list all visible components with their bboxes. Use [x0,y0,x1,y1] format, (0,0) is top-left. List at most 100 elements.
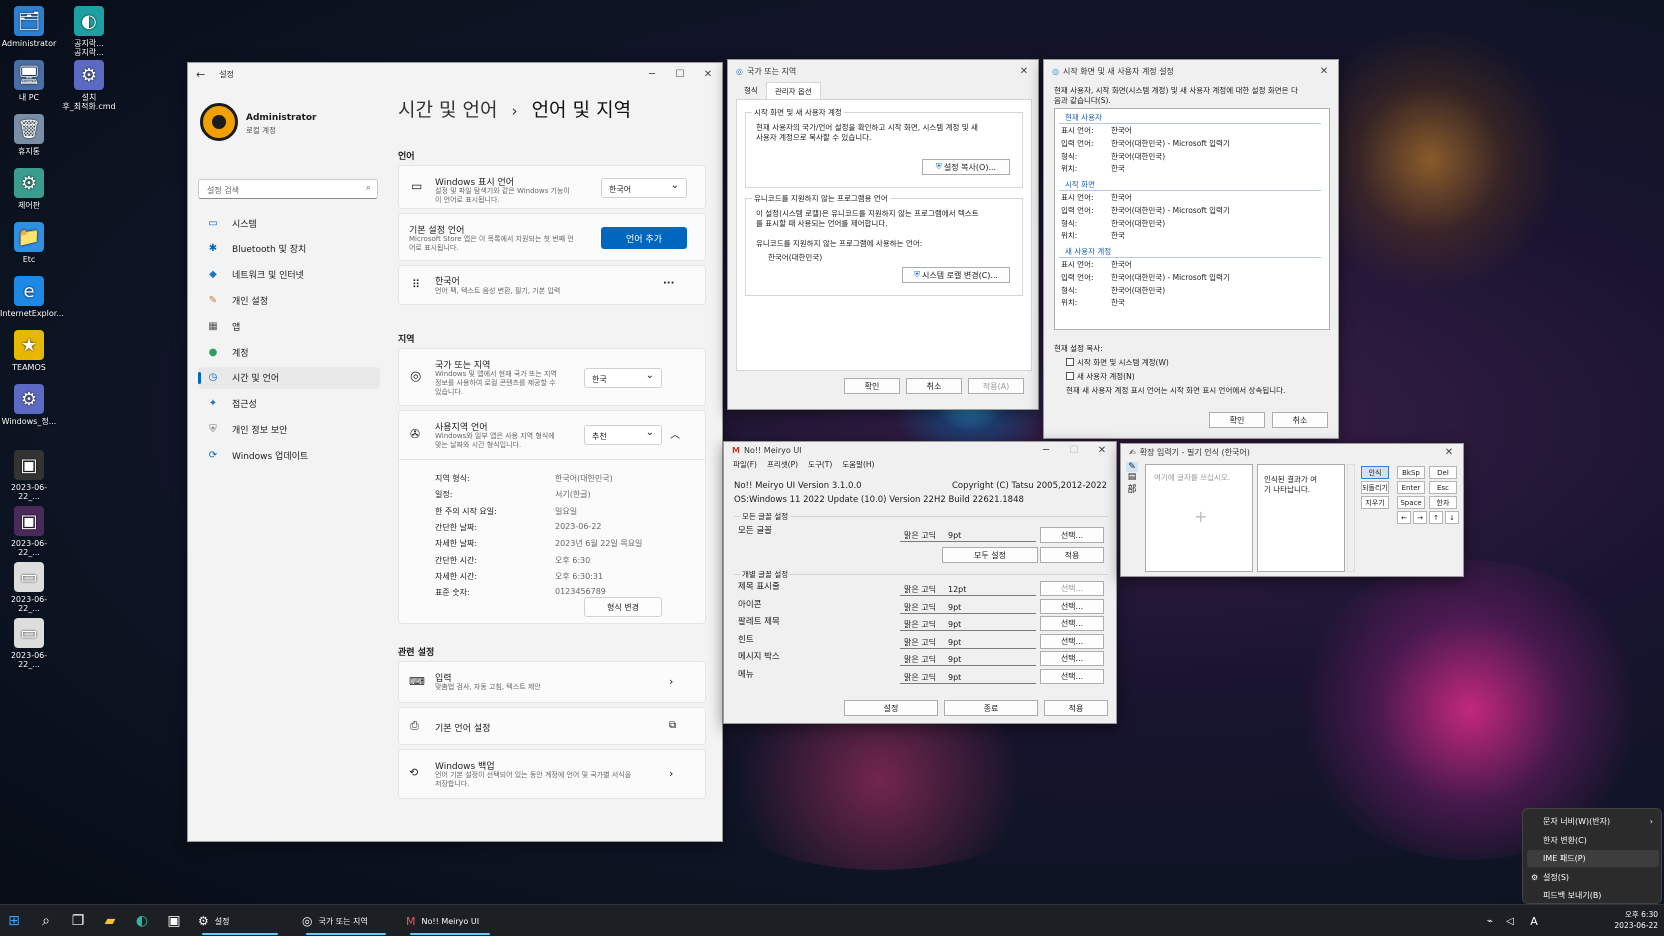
sidebar-item[interactable]: ⛨ 개인 정보 보안 [198,418,380,440]
cancel-button[interactable]: 취소 [1272,412,1328,428]
sidebar-item[interactable]: ✎ 개인 설정 [198,289,380,311]
checkbox[interactable] [1066,358,1074,366]
select-button[interactable]: 선택... [1040,616,1104,632]
desktop-icon[interactable]: ⚙ Windows_정... [0,384,58,426]
handwriting-mode-icon[interactable]: ✎ [1126,462,1138,472]
menu-file[interactable]: 파일(F) [728,459,762,470]
close-button[interactable]: ✕ [1435,444,1463,460]
region-dialog-titlebar[interactable]: ◎ 국가 또는 지역 ✕ [728,60,1038,82]
ime-indicator[interactable]: A [1524,909,1544,933]
close-button[interactable]: ✕ [1310,60,1338,82]
edge-button[interactable]: ◐ [132,909,152,933]
input-card[interactable]: ⌨ 입력 맞춤법 검사, 자동 고침, 텍스트 제안 › [398,661,706,703]
desktop-icon[interactable]: 🗂 Administrator [0,6,58,48]
store-button[interactable]: ▣ [164,909,184,933]
select-button[interactable]: 선택... [1040,598,1104,614]
setting-button[interactable]: 설정 [844,700,938,716]
arrow-key[interactable]: ← [1397,511,1411,524]
desktop-icon[interactable]: ▣ 2023-06-22_... [0,506,58,557]
recognition-results[interactable]: 인식된 결과가 여 기 나타납니다. [1257,464,1345,572]
apply-all-button[interactable]: 적용 [1040,547,1104,563]
exit-button[interactable]: 종료 [944,700,1038,716]
sidebar-item[interactable]: ● 계정 [198,341,380,363]
korean-language-card[interactable]: ⠿ 한국어 언어 팩, 텍스트 음성 변환, 필기, 기본 입력 ··· [398,265,706,305]
settings-summary-box[interactable]: 현재 사용자 표시 언어: 한국어 입력 언어: 한국어(대한민국) - Microso… [1054,108,1330,330]
change-format-button[interactable]: 형식 변경 [584,597,662,617]
start-button[interactable]: ⊞ [4,909,24,933]
radical-mode-icon[interactable]: 部 [1127,482,1136,495]
file-explorer-button[interactable]: ▰ [100,909,120,933]
set-all-button[interactable]: 모두 설정 [942,547,1038,563]
context-menu-item[interactable]: 피드백 보내기(B) [1527,887,1659,904]
change-locale-button[interactable]: ⛨ 시스템 로캘 변경(C)... [902,267,1010,283]
context-menu-item[interactable]: 한자 변환(C) [1527,832,1659,849]
tray-icons[interactable]: ⌁ ◁ [1480,909,1520,933]
sidebar-item[interactable]: ⟳ Windows 업데이트 [198,444,380,466]
close-button[interactable]: ✕ [1088,442,1116,458]
ok-button[interactable]: 확인 [844,378,900,394]
select-button[interactable]: 선택... [1040,581,1104,596]
strokes-mode-icon[interactable]: ▤ [1128,472,1137,482]
maximize-button[interactable]: ☐ [1060,442,1088,458]
tab-format[interactable]: 형식 [736,82,766,100]
arrow-key[interactable]: ↑ [1429,511,1443,524]
select-button[interactable]: 선택... [1040,633,1104,649]
menu-help[interactable]: 도움말(H) [837,459,879,470]
arrow-key[interactable]: ↓ [1445,511,1459,524]
back-arrow-icon[interactable]: ← [196,68,205,81]
results-scrollbar[interactable] [1347,464,1355,572]
checkbox[interactable] [1066,372,1074,380]
ime-key[interactable]: Enter [1397,481,1425,494]
ime-key[interactable]: Esc [1429,481,1457,494]
chevron-up-icon[interactable]: ︿ [670,426,680,441]
clock[interactable]: 오후 6:30 2023-06-22 [1586,909,1658,931]
more-options-icon[interactable]: ··· [663,278,674,289]
copy-settings-button[interactable]: ⛨ 설정 복사(O)... [922,159,1010,175]
sidebar-item[interactable]: ▦ 앱 [198,315,380,337]
checkbox-welcome[interactable]: 시작 화면 및 시스템 계정(W) [1066,358,1169,368]
country-region-dropdown[interactable]: 한국 [584,368,662,388]
context-menu-item[interactable]: ⚙ 설정(S) [1527,869,1659,886]
desktop-icon[interactable]: ⚙ 설치 후_최적화.cmd [60,60,118,111]
select-button[interactable]: 선택... [1040,527,1104,543]
menu-preset[interactable]: 프리셋(P) [762,459,803,470]
clear-button[interactable]: 지우기 [1361,496,1389,509]
add-language-button[interactable]: 언어 추가 [601,227,687,249]
breadcrumb-parent[interactable]: 시간 및 언어 [398,99,497,121]
sidebar-item[interactable]: ◷ 시간 및 언어 [198,366,380,389]
ok-button[interactable]: 확인 [1209,412,1265,428]
display-language-dropdown[interactable]: 한국어 [601,178,687,198]
handwriting-canvas[interactable]: 여기에 글자를 쓰십시오. + [1145,464,1253,572]
close-button[interactable]: ✕ [1010,60,1038,82]
select-button[interactable]: 선택... [1040,669,1104,684]
desktop-icon[interactable]: 📁 Etc [0,222,58,264]
ime-pad-titlebar[interactable]: ✍ 확장 입력기 - 필기 인식 (한국어) ✕ [1121,444,1463,460]
drag-handle-icon[interactable]: ⠿ [412,278,420,291]
ime-key[interactable]: 한자 [1429,496,1457,509]
desktop-icon[interactable]: 🗑 휴지통 [0,114,58,156]
minimize-button[interactable]: ─ [638,63,666,85]
ime-key[interactable]: BkSp [1397,466,1425,479]
context-menu-item[interactable]: IME 패드(P) [1527,850,1659,867]
maximize-button[interactable]: ☐ [666,63,694,85]
task-view-button[interactable]: ❐ [68,909,88,933]
desktop-icon[interactable]: ▭ 2023-06-22_... [0,562,58,613]
arrow-key[interactable]: → [1413,511,1427,524]
cancel-button[interactable]: 취소 [906,378,962,394]
sidebar-item[interactable]: ✦ 접근성 [198,393,380,415]
checkbox-new-user[interactable]: 새 사용자 계정(N) [1066,372,1135,382]
desktop-icon[interactable]: ▣ 2023-06-22_... [0,450,58,501]
ime-key[interactable]: Del [1429,466,1457,479]
ime-key[interactable]: Space [1397,496,1425,509]
settings-titlebar[interactable]: ← 설정 ─ ☐ ✕ [188,63,722,85]
tab-admin[interactable]: 관리자 옵션 [765,82,821,100]
sidebar-item[interactable]: ▭ 시스템 [198,212,380,234]
taskbar-app-settings[interactable]: ⚙ 설정 [192,907,288,935]
admin-language-card[interactable]: ⎙ 기본 언어 설정 ⧉ [398,707,706,745]
meiryo-titlebar[interactable]: M No!! Meiryo UI ─ ☐ ✕ [724,442,1116,458]
desktop-icon[interactable]: ◐ 공지락... 공지락... [60,6,118,57]
apply-button[interactable]: 적용(A) [968,378,1024,394]
regional-format-dropdown[interactable]: 추천 [584,425,662,445]
undo-button[interactable]: 되돌리기 [1361,481,1389,494]
desktop-icon[interactable]: 🖥 내 PC [0,60,58,102]
